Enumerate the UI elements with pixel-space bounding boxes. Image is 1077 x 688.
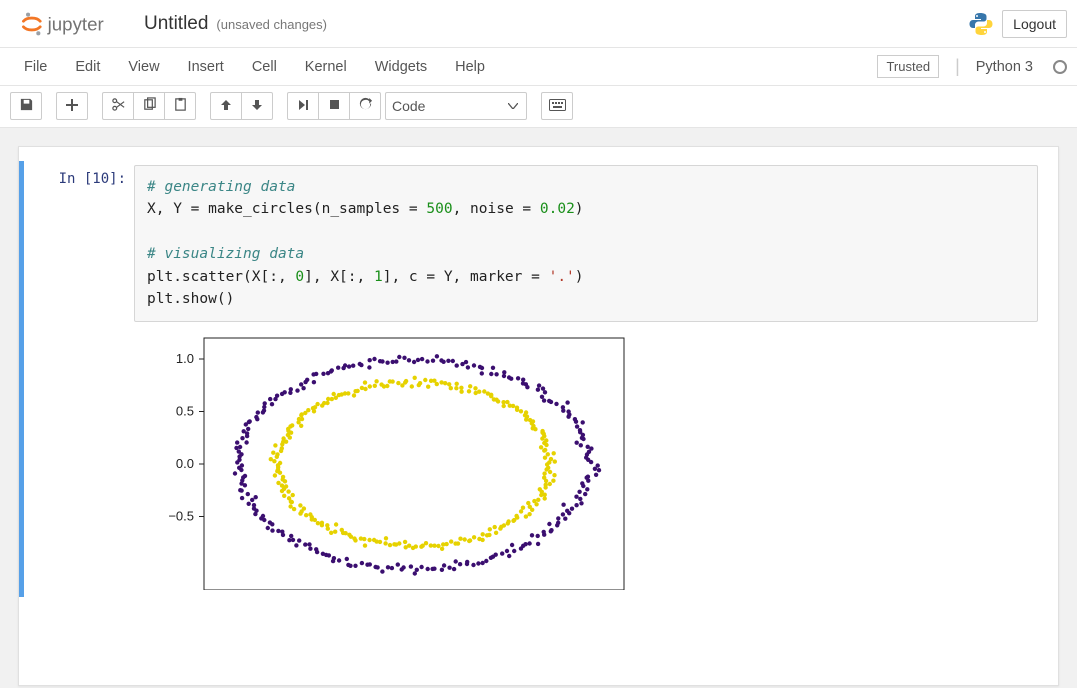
menu-cell[interactable]: Cell — [238, 51, 291, 83]
cut-button[interactable] — [102, 92, 134, 120]
insert-cell-below-button[interactable] — [56, 92, 88, 120]
svg-text:jupyter: jupyter — [47, 13, 104, 34]
menu-file[interactable]: File — [10, 51, 61, 83]
header: jupyter Untitled (unsaved changes) Logou… — [0, 0, 1077, 48]
restart-icon — [358, 97, 373, 115]
arrow-down-icon — [250, 98, 264, 115]
command-palette-button[interactable] — [541, 92, 573, 120]
scissors-icon — [111, 97, 126, 115]
move-up-button[interactable] — [210, 92, 242, 120]
menu-kernel[interactable]: Kernel — [291, 51, 361, 83]
interrupt-button[interactable] — [318, 92, 350, 120]
run-icon — [296, 98, 310, 115]
notebook-save-status: (unsaved changes) — [216, 17, 327, 32]
copy-button[interactable] — [133, 92, 165, 120]
code-cell[interactable]: In [10]: # generating data X, Y = make_c… — [19, 161, 1058, 597]
kernel-name[interactable]: Python 3 — [976, 59, 1033, 75]
copy-icon — [142, 97, 157, 115]
cell-output: 1.0 0.5 0.0 −0.5 — [134, 330, 1038, 593]
menu-widgets[interactable]: Widgets — [361, 51, 441, 83]
notebook-body: In [10]: # generating data X, Y = make_c… — [0, 128, 1077, 688]
logout-button[interactable]: Logout — [1002, 10, 1067, 38]
jupyter-logo[interactable]: jupyter — [16, 10, 126, 38]
stop-icon — [328, 98, 341, 114]
python-icon — [968, 11, 994, 37]
svg-text:0.5: 0.5 — [176, 403, 194, 418]
input-prompt: In [10]: — [24, 165, 134, 593]
svg-text:−0.5: −0.5 — [168, 508, 194, 523]
code-input[interactable]: # generating data X, Y = make_circles(n_… — [134, 165, 1038, 322]
svg-text:0.0: 0.0 — [176, 456, 194, 471]
kernel-indicator-icon — [1053, 60, 1067, 74]
keyboard-icon — [549, 99, 566, 114]
toolbar: CodeMarkdownRaw NBConvertHeading — [0, 86, 1077, 128]
menu-view[interactable]: View — [114, 51, 173, 83]
paste-icon — [173, 97, 188, 115]
separator: | — [955, 56, 960, 77]
menubar: File Edit View Insert Cell Kernel Widget… — [0, 48, 1077, 86]
menu-insert[interactable]: Insert — [174, 51, 238, 83]
svg-text:1.0: 1.0 — [176, 351, 194, 366]
run-button[interactable] — [287, 92, 319, 120]
arrow-up-icon — [219, 98, 233, 115]
series-inner_circle — [269, 375, 557, 550]
notebook-title[interactable]: Untitled — [144, 13, 208, 35]
move-down-button[interactable] — [241, 92, 273, 120]
trusted-indicator[interactable]: Trusted — [877, 55, 939, 78]
celltype-select[interactable]: CodeMarkdownRaw NBConvertHeading — [385, 92, 527, 120]
menu-help[interactable]: Help — [441, 51, 499, 83]
title-area: Untitled (unsaved changes) — [144, 13, 327, 35]
save-icon — [19, 97, 34, 115]
paste-button[interactable] — [164, 92, 196, 120]
restart-button[interactable] — [349, 92, 381, 120]
plus-icon — [65, 98, 79, 115]
scatter-plot: 1.0 0.5 0.0 −0.5 — [134, 330, 634, 590]
notebook-container: In [10]: # generating data X, Y = make_c… — [18, 146, 1059, 686]
menu-edit[interactable]: Edit — [61, 51, 114, 83]
save-button[interactable] — [10, 92, 42, 120]
